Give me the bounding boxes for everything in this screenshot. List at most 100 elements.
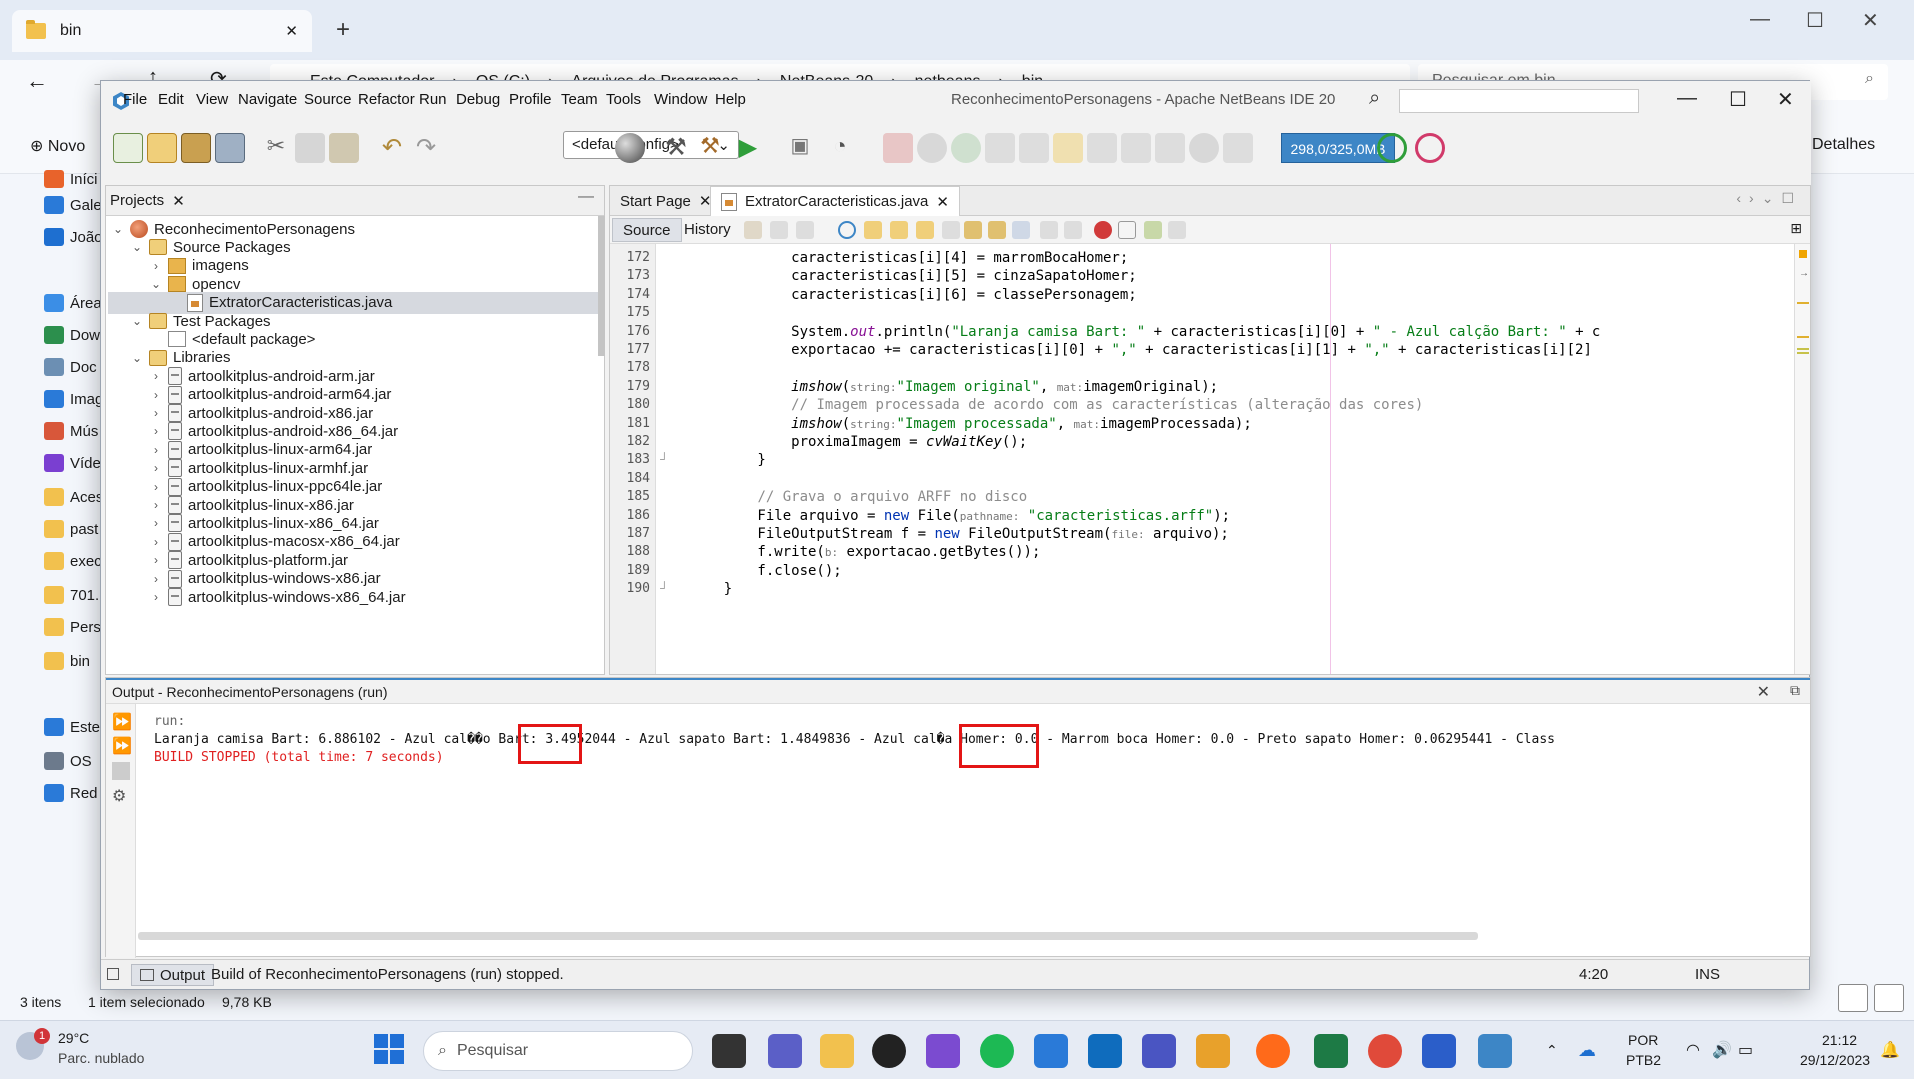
code-line[interactable]: FileOutputStream f = new FileOutputStrea… [690, 526, 1228, 544]
minimize-button[interactable]: — [1750, 8, 1770, 31]
paste-icon[interactable] [329, 133, 359, 163]
teams-new-icon[interactable] [1142, 1034, 1176, 1068]
folder-app-icon[interactable] [820, 1034, 854, 1068]
code-line[interactable]: System.out.println("Laranja camisa Bart:… [690, 324, 1600, 342]
run-icon[interactable]: ▶ [733, 133, 763, 163]
word-icon[interactable] [1422, 1034, 1456, 1068]
search-icon[interactable]: ⌕ [1369, 87, 1380, 110]
weather-widget[interactable]: 1 29°C Parc. nublado [16, 1028, 176, 1072]
tab-start-page[interactable]: Start Page ✕ [610, 186, 721, 216]
tiles-view-button[interactable] [1874, 984, 1904, 1012]
sidebar-item[interactable]: OS [44, 752, 92, 770]
menu-help[interactable]: Help [715, 91, 746, 108]
sidebar-item[interactable]: João [44, 228, 103, 246]
explorer-tab[interactable]: bin ✕ [12, 10, 312, 52]
expand-toggle-icon[interactable]: ⌄ [150, 277, 162, 291]
last-edit-icon[interactable] [744, 221, 762, 239]
sidebar-item[interactable]: past [44, 520, 98, 538]
maximize-button[interactable]: ☐ [1729, 87, 1747, 112]
new-file-icon[interactable] [113, 133, 143, 163]
expand-toggle-icon[interactable]: › [150, 406, 162, 420]
run-to-cursor-icon[interactable] [1121, 133, 1151, 163]
browser-icon[interactable] [615, 133, 645, 163]
code-line[interactable]: imshow(string:"Imagem original", mat:ima… [690, 379, 1218, 397]
new-project-icon[interactable] [147, 133, 177, 163]
forward-icon[interactable] [796, 221, 814, 239]
find-icon[interactable] [838, 221, 856, 239]
rerun-icon[interactable]: ⏩ [112, 712, 132, 731]
menu-debug[interactable]: Debug [456, 91, 500, 108]
code-line[interactable]: imshow(string:"Imagem processada", mat:i… [690, 416, 1252, 434]
menu-navigate[interactable]: Navigate [238, 91, 297, 108]
sidebar-item[interactable]: Doc [44, 358, 97, 376]
teams-icon[interactable] [768, 1034, 802, 1068]
maximize-button[interactable]: ☐ [1806, 8, 1824, 33]
battery-icon[interactable]: ▭ [1738, 1040, 1753, 1060]
sidebar-item[interactable]: Red [44, 784, 98, 802]
cut-icon[interactable]: ✂ [261, 133, 291, 163]
output-horizontal-scrollbar[interactable] [138, 932, 1478, 940]
sidebar-item[interactable]: Gale [44, 196, 102, 214]
close-icon[interactable]: ✕ [936, 193, 949, 211]
expand-toggle-icon[interactable]: › [150, 369, 162, 383]
continue-icon[interactable] [951, 133, 981, 163]
menu-run[interactable]: Run [419, 91, 447, 108]
sidebar-item[interactable]: Aces [44, 488, 103, 506]
undo-icon[interactable]: ↶ [377, 133, 407, 163]
sidebar-item[interactable]: bin [44, 652, 90, 670]
shift-right-icon[interactable] [1064, 221, 1082, 239]
menu-view[interactable]: View [196, 91, 228, 108]
netbeans-icon[interactable] [1478, 1034, 1512, 1068]
back-arrow-icon[interactable]: ← [26, 68, 48, 94]
onedrive-icon[interactable]: ☁ [1578, 1040, 1596, 1061]
expand-toggle-icon[interactable]: › [150, 553, 162, 567]
expand-toggle-icon[interactable]: › [150, 388, 162, 402]
keyboard-layout[interactable]: PTB2 [1626, 1052, 1661, 1068]
find-previous-icon[interactable] [864, 221, 882, 239]
code-line[interactable]: exportacao += caracteristicas[i][0] + ",… [690, 342, 1592, 360]
close-icon[interactable]: ✕ [172, 192, 185, 210]
excel-icon[interactable] [1314, 1034, 1348, 1068]
sidebar-item[interactable]: Mús [44, 422, 98, 440]
step-over-icon[interactable] [1019, 133, 1049, 163]
step-icon[interactable] [985, 133, 1015, 163]
speaker-icon[interactable]: 🔊 [1712, 1040, 1732, 1060]
uncomment-icon[interactable] [1168, 221, 1186, 239]
sidebar-item[interactable]: Dow [44, 326, 100, 344]
menu-source[interactable]: Source [304, 91, 352, 108]
dell-icon[interactable] [872, 1034, 906, 1068]
close-window-button[interactable]: ✕ [1777, 87, 1794, 112]
expand-toggle-icon[interactable]: ⌄ [131, 314, 143, 328]
shift-left-icon[interactable] [1040, 221, 1058, 239]
step-out-icon[interactable] [1087, 133, 1117, 163]
sidebar-item[interactable]: Iníci [44, 170, 98, 188]
sidebar-item[interactable]: 701. [44, 586, 99, 604]
projects-tab[interactable]: Projects ✕ [110, 192, 185, 210]
stop-macro-icon[interactable] [1118, 221, 1136, 239]
sidebar-item[interactable]: Víde [44, 454, 101, 472]
rerun-with-args-icon[interactable]: ⏩ [112, 736, 132, 755]
fold-marker-icon[interactable]: ┘ [660, 581, 669, 595]
stop-icon[interactable] [112, 762, 130, 780]
prev-bookmark-icon[interactable] [964, 221, 982, 239]
file-explorer-icon[interactable] [712, 1034, 746, 1068]
code-line[interactable]: proximaImagem = cvWaitKey(); [690, 434, 1027, 452]
apply-changes-icon[interactable] [1155, 133, 1185, 163]
code-line[interactable]: // Grava o arquivo ARFF no disco [690, 489, 1027, 507]
menu-tools[interactable]: Tools [606, 91, 641, 108]
quick-search-input[interactable] [1399, 89, 1639, 113]
spotify-icon[interactable] [980, 1034, 1014, 1068]
tree-node[interactable]: › artoolkitplus-windows-x86_64.jar [108, 586, 598, 608]
toggle-rect-select-icon[interactable] [942, 221, 960, 239]
code-line[interactable]: caracteristicas[i][4] = marromBocaHomer; [690, 250, 1128, 268]
source-view-button[interactable]: Source [612, 218, 682, 242]
pause-icon[interactable] [917, 133, 947, 163]
details-view-button[interactable] [1838, 984, 1868, 1012]
close-window-button[interactable]: ✕ [1862, 8, 1879, 33]
taskbar-search[interactable]: ⌕ Pesquisar [423, 1031, 693, 1071]
next-bookmark-icon[interactable] [988, 221, 1006, 239]
details-button[interactable]: Detalhes [1812, 136, 1875, 154]
code-line[interactable]: } [690, 581, 732, 599]
debug-icon[interactable]: ▣ [785, 133, 815, 163]
find-next-icon[interactable] [890, 221, 908, 239]
